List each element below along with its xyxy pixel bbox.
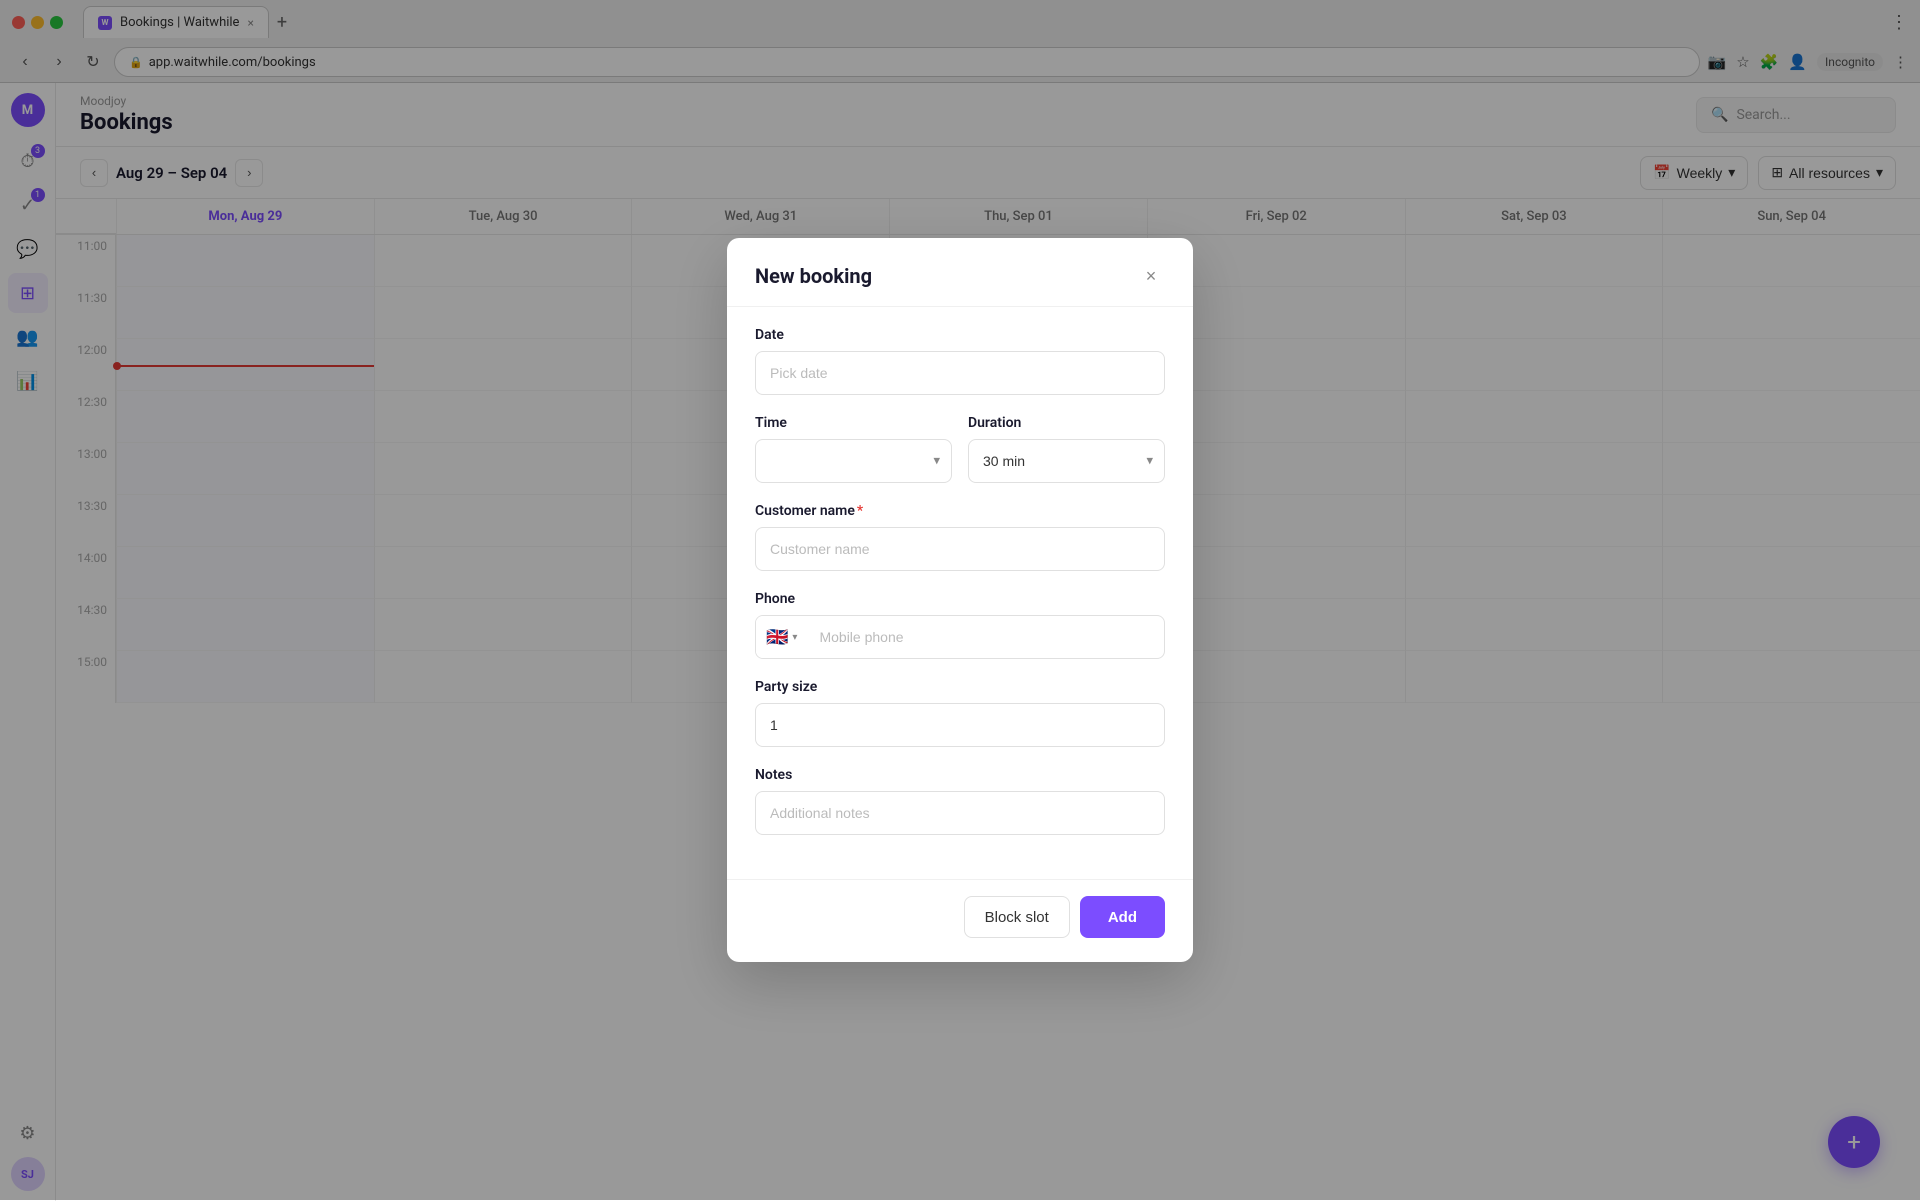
notes-field-group: Notes: [755, 767, 1165, 835]
modal-close-button[interactable]: ×: [1137, 262, 1165, 290]
date-input[interactable]: [755, 351, 1165, 395]
time-select-wrapper: [755, 439, 952, 483]
phone-input[interactable]: [807, 629, 1164, 645]
modal-body: Date Time Duration 1: [727, 307, 1193, 879]
modal-title: New booking: [755, 264, 872, 288]
customer-name-field-group: Customer name*: [755, 503, 1165, 571]
customer-name-label: Customer name*: [755, 503, 1165, 519]
phone-label: Phone: [755, 591, 1165, 607]
duration-select-wrapper: 15 min 30 min 45 min 60 min 90 min: [968, 439, 1165, 483]
new-booking-modal: New booking × Date Time: [727, 238, 1193, 962]
notes-input[interactable]: [755, 791, 1165, 835]
party-size-label: Party size: [755, 679, 1165, 695]
modal-header: New booking ×: [727, 238, 1193, 307]
phone-field-group: Phone 🇬🇧 ▾: [755, 591, 1165, 659]
duration-field-group: Duration 15 min 30 min 45 min 60 min 90 …: [968, 415, 1165, 483]
party-size-input[interactable]: [755, 703, 1165, 747]
phone-chevron-icon: ▾: [792, 632, 797, 643]
customer-name-input[interactable]: [755, 527, 1165, 571]
modal-overlay[interactable]: New booking × Date Time: [0, 0, 1920, 1200]
duration-label: Duration: [968, 415, 1165, 431]
required-indicator: *: [857, 503, 863, 519]
time-field-group: Time: [755, 415, 952, 483]
block-slot-button[interactable]: Block slot: [964, 896, 1070, 938]
time-duration-group: Time Duration 15 min 30 min 45 min: [755, 415, 1165, 483]
time-label: Time: [755, 415, 952, 431]
duration-select[interactable]: 15 min 30 min 45 min 60 min 90 min: [968, 439, 1165, 483]
notes-label: Notes: [755, 767, 1165, 783]
flag-icon: 🇬🇧: [766, 627, 788, 648]
time-select[interactable]: [755, 439, 952, 483]
add-booking-button[interactable]: Add: [1080, 896, 1165, 938]
phone-input-wrapper: 🇬🇧 ▾: [755, 615, 1165, 659]
phone-country-button[interactable]: 🇬🇧 ▾: [756, 616, 807, 658]
modal-footer: Block slot Add: [727, 879, 1193, 962]
party-size-field-group: Party size: [755, 679, 1165, 747]
date-field-group: Date: [755, 327, 1165, 395]
date-label: Date: [755, 327, 1165, 343]
